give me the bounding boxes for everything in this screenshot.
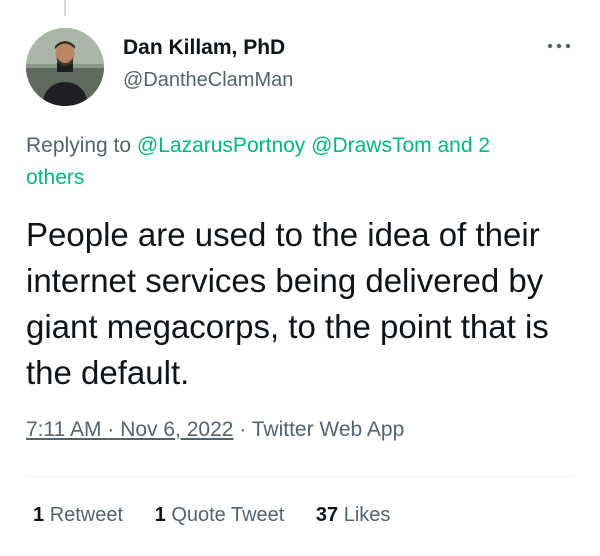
meta-separator: · <box>239 418 247 441</box>
tweet-date: Nov 6, 2022 <box>120 418 234 441</box>
author-handle[interactable]: @DantheClamMan <box>123 69 293 92</box>
retweets-label: Retweet <box>49 504 124 526</box>
author-display-name[interactable]: Dan Killam, PhD <box>123 36 285 60</box>
tweet-timestamp-link[interactable]: 7:11 AM · Nov 6, 2022 <box>26 418 233 441</box>
replying-to-label: Replying to <box>26 134 132 157</box>
quote-tweets-count: 1 <box>154 504 166 526</box>
more-horizontal-icon[interactable] <box>546 36 572 56</box>
likes-stat[interactable]: 37 Likes <box>316 504 391 527</box>
likes-count: 37 <box>315 504 339 526</box>
retweets-stat[interactable]: 1 Retweet <box>33 504 123 527</box>
mention-link[interactable]: @LazarusPortnoy <box>137 134 305 157</box>
avatar[interactable] <box>26 28 104 106</box>
mention-link[interactable]: @DrawsTom <box>311 134 432 157</box>
thread-connector-line <box>64 0 66 16</box>
meta-separator: · <box>107 418 115 441</box>
profile-photo <box>26 28 104 106</box>
likes-label: Likes <box>343 504 391 526</box>
tweet-source[interactable]: Twitter Web App <box>252 418 405 441</box>
quote-tweets-stat[interactable]: 1 Quote Tweet <box>155 504 285 527</box>
tweet-stats: 1 Retweet 1 Quote Tweet 37 Likes <box>33 504 416 527</box>
tweet-meta: 7:11 AM · Nov 6, 2022 · Twitter Web App <box>26 418 404 442</box>
retweets-count: 1 <box>33 504 45 526</box>
quote-tweets-label: Quote Tweet <box>171 504 285 526</box>
tweet-text: People are used to the idea of their int… <box>26 216 549 391</box>
replying-to: Replying to @LazarusPortnoy @DrawsTom an… <box>26 130 546 194</box>
tweet-time: 7:11 AM <box>26 418 102 441</box>
divider <box>26 476 574 477</box>
